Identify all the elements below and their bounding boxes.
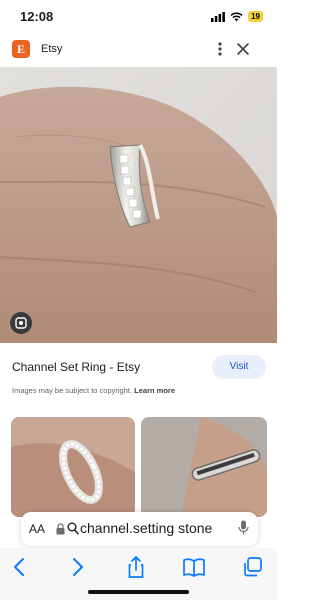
bookmarks-icon[interactable]: [181, 554, 207, 580]
url-field[interactable]: channel.setting stone: [80, 520, 212, 536]
address-bar[interactable]: AA channel.setting stone: [21, 512, 258, 546]
etsy-logo: E: [12, 40, 30, 58]
mic-icon[interactable]: [238, 520, 249, 536]
copyright-note: Images may be subject to copyright. Lear…: [12, 386, 175, 395]
status-icons: 19: [211, 11, 263, 22]
battery-level: 19: [248, 11, 263, 22]
learn-more-link[interactable]: Learn more: [134, 386, 175, 395]
result-title[interactable]: Channel Set Ring - Etsy: [12, 360, 140, 374]
lens-icon[interactable]: [10, 312, 32, 334]
forward-icon[interactable]: [64, 554, 90, 580]
more-icon[interactable]: [212, 39, 228, 59]
wifi-icon: [230, 11, 243, 21]
back-icon[interactable]: [7, 554, 33, 580]
text-size-button[interactable]: AA: [29, 522, 45, 536]
status-time: 12:08: [20, 9, 54, 24]
visit-button[interactable]: Visit: [212, 355, 266, 379]
signal-icon: [211, 11, 225, 22]
lock-icon: [56, 523, 65, 535]
site-name[interactable]: Etsy: [41, 43, 62, 55]
ring-photo: [0, 67, 277, 343]
close-icon[interactable]: [234, 40, 252, 58]
related-image[interactable]: [141, 417, 267, 517]
product-image[interactable]: [0, 67, 277, 343]
search-icon: [67, 522, 79, 535]
copyright-text: Images may be subject to copyright.: [12, 386, 133, 395]
tabs-icon[interactable]: [240, 554, 266, 580]
related-image[interactable]: [11, 417, 135, 517]
status-bar: 12:08 19: [0, 0, 277, 34]
share-icon[interactable]: [123, 554, 149, 580]
result-header: E Etsy: [0, 34, 277, 64]
home-indicator: [88, 590, 189, 594]
ring-photo: [11, 417, 135, 517]
ring-photo: [141, 417, 267, 517]
